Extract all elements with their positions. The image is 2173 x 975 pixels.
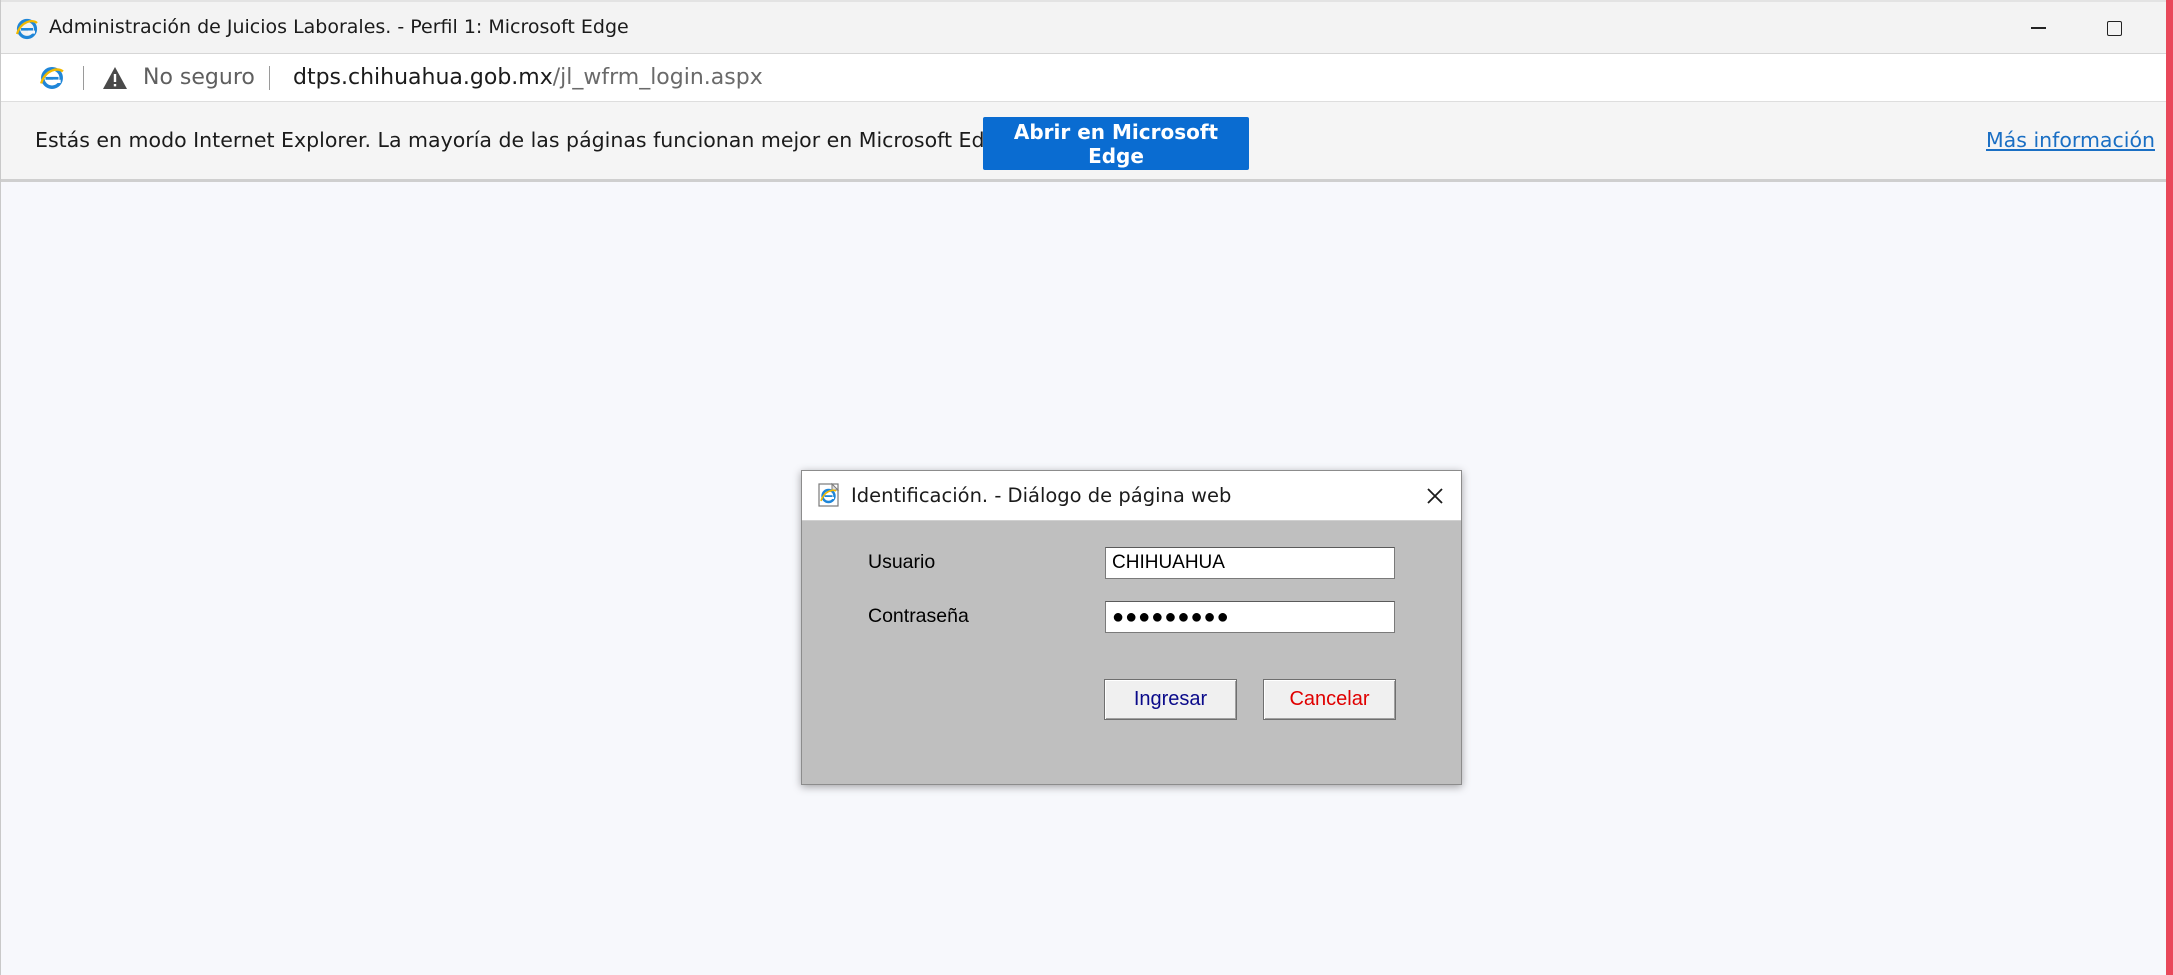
address-bar[interactable]: No seguro dtps.chihuahua.gob.mx/jl_wfrm_…: [1, 54, 2167, 102]
ie-document-icon: [818, 482, 840, 507]
more-info-link[interactable]: Más información: [1986, 128, 2155, 152]
browser-window: Administración de Juicios Laborales. - P…: [0, 0, 2167, 975]
separator: [83, 66, 84, 90]
info-bar-message: Estás en modo Internet Explorer. La mayo…: [35, 128, 1017, 152]
security-status[interactable]: No seguro: [143, 65, 255, 90]
minimize-button[interactable]: [2003, 2, 2073, 54]
url-field[interactable]: dtps.chihuahua.gob.mx/jl_wfrm_login.aspx: [293, 65, 763, 90]
password-input[interactable]: ●●●●●●●●●: [1105, 601, 1395, 633]
dialog-title-bar[interactable]: Identificación. - Diálogo de página web: [802, 471, 1461, 521]
ie-mode-info-bar: Estás en modo Internet Explorer. La mayo…: [1, 102, 2167, 182]
minimize-icon: [2030, 27, 2046, 29]
password-label: Contraseña: [868, 605, 969, 627]
url-path: /jl_wfrm_login.aspx: [552, 65, 763, 90]
window-edge: [2166, 0, 2173, 975]
login-button[interactable]: Ingresar: [1104, 679, 1237, 720]
ie-mode-icon[interactable]: [39, 65, 65, 91]
close-icon[interactable]: [1420, 481, 1450, 511]
window-title: Administración de Juicios Laborales. - P…: [49, 16, 629, 38]
ie-icon: [15, 18, 38, 40]
login-dialog: Identificación. - Diálogo de página web …: [801, 470, 1462, 785]
separator: [269, 66, 270, 90]
title-bar: Administración de Juicios Laborales. - P…: [1, 0, 2167, 54]
warning-icon[interactable]: [101, 65, 129, 91]
maximize-button[interactable]: [2079, 2, 2149, 54]
username-label: Usuario: [868, 551, 936, 573]
open-in-edge-button[interactable]: Abrir en Microsoft Edge: [983, 117, 1249, 170]
maximize-icon: [2106, 20, 2122, 36]
username-input[interactable]: CHIHUAHUA: [1105, 547, 1395, 579]
dialog-title: Identificación. - Diálogo de página web: [851, 484, 1232, 507]
cancel-button[interactable]: Cancelar: [1263, 679, 1396, 720]
url-host: dtps.chihuahua.gob.mx: [293, 65, 553, 90]
